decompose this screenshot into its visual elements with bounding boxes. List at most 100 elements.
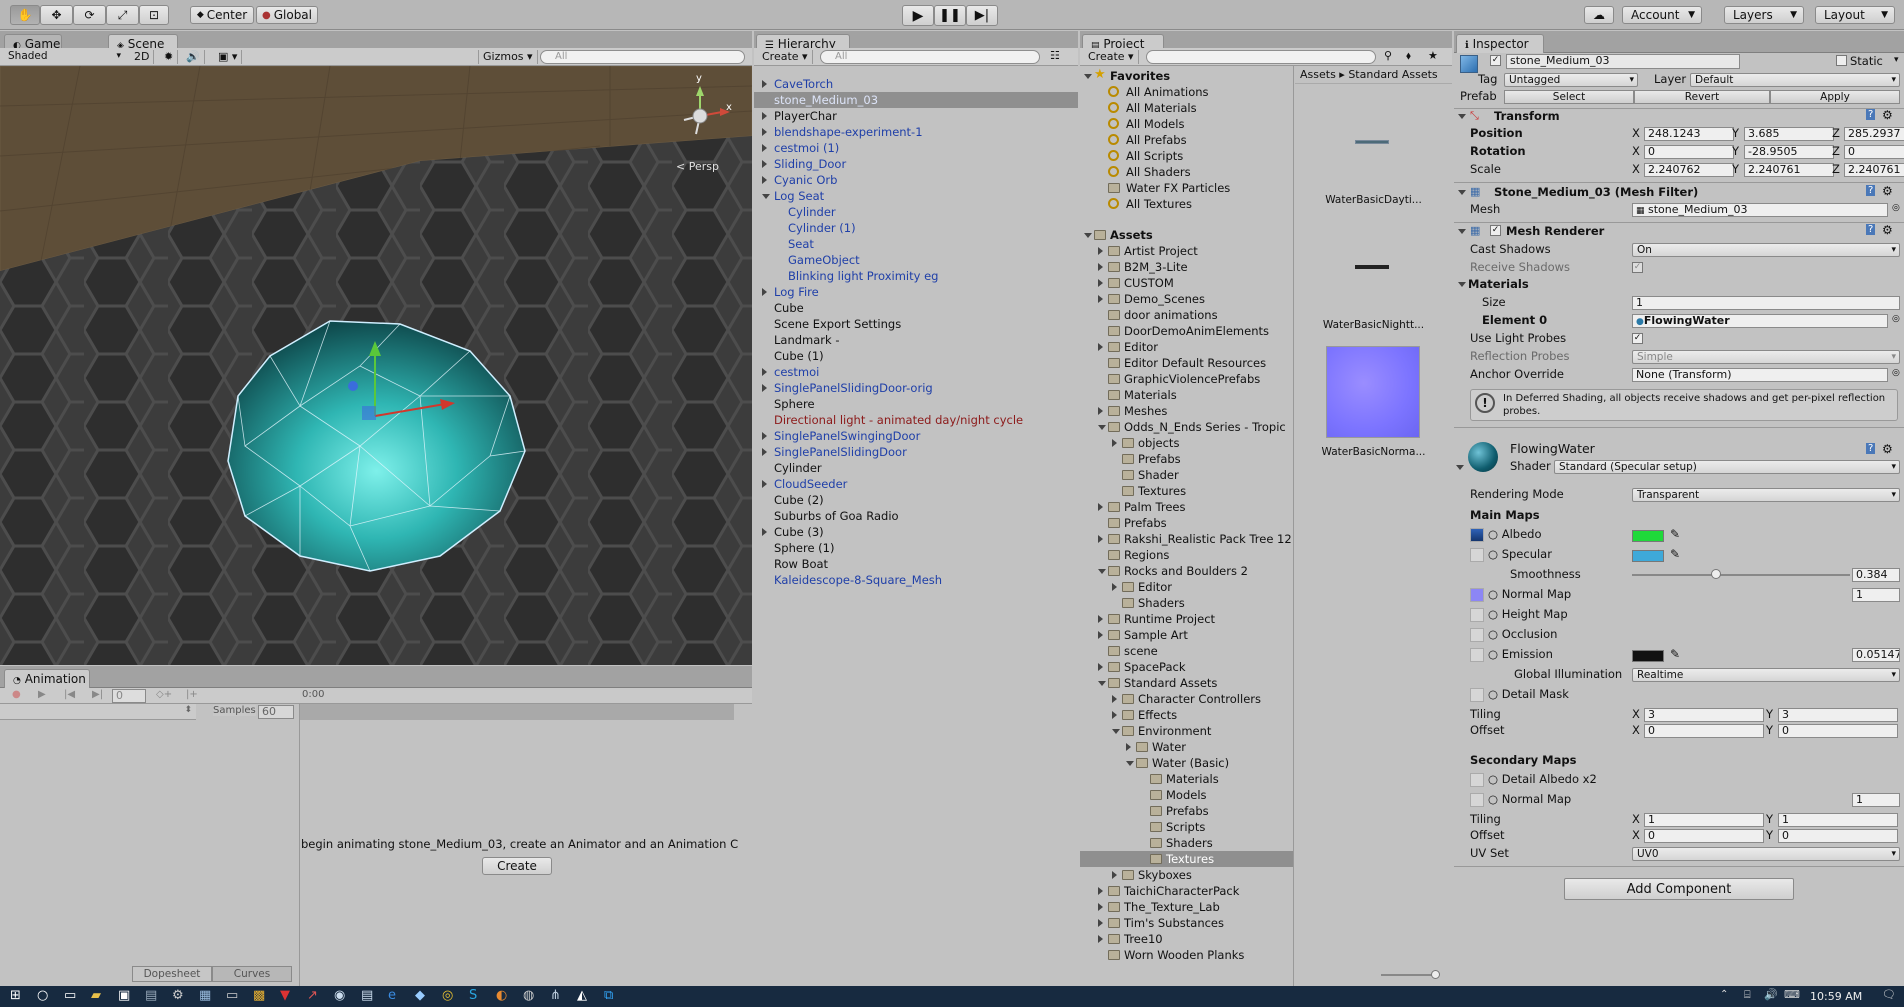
specular-color-swatch[interactable] [1632, 550, 1664, 562]
x-value-field[interactable]: 2.240762 [1644, 163, 1734, 177]
hierarchy-item[interactable]: SinglePanelSwingingDoor [754, 428, 1078, 444]
folder-item[interactable]: Water (Basic) [1080, 755, 1293, 771]
folder-item[interactable]: Effects [1080, 707, 1293, 723]
anchor-override-field[interactable]: None (Transform) [1632, 368, 1888, 382]
hierarchy-item[interactable]: Cylinder (1) [754, 220, 1078, 236]
app-icon[interactable]: ◍ [523, 988, 534, 1003]
hierarchy-item[interactable]: cestmoi [754, 364, 1078, 380]
mesh-filter-header[interactable]: ▦ Stone_Medium_03 (Mesh Filter) ? ⚙ [1454, 184, 1904, 200]
folder-item[interactable]: Prefabs [1080, 803, 1293, 819]
y-value-field[interactable]: 1 [1778, 813, 1898, 827]
hierarchy-item[interactable]: Cylinder [754, 204, 1078, 220]
light-probes-checkbox[interactable]: ✓ [1632, 333, 1643, 344]
app-icon[interactable]: ⋔ [550, 988, 561, 1003]
x-value-field[interactable]: 1 [1644, 813, 1764, 827]
volume-icon[interactable]: 🔊 [1764, 988, 1778, 1001]
y-value-field[interactable]: -28.9505 [1744, 145, 1834, 159]
notifications-icon[interactable]: 🗨 [1882, 988, 1896, 1001]
expanded-arrow-icon[interactable] [1084, 74, 1092, 83]
expanded-arrow-icon[interactable] [1084, 233, 1092, 242]
step-button[interactable]: ▶| [966, 5, 998, 26]
folder-item[interactable]: Environment [1080, 723, 1293, 739]
y-value-field[interactable]: 3 [1778, 708, 1898, 722]
layer-dropdown[interactable]: Default [1690, 73, 1900, 87]
secondary-normal-scale-field[interactable]: 1 [1852, 793, 1900, 807]
favorite-item[interactable]: All Scripts [1080, 148, 1293, 164]
gizmos-dropdown[interactable]: Gizmos ▾ [478, 50, 538, 64]
keyboard-icon[interactable]: ⌨ [1784, 988, 1800, 1001]
smoothness-field[interactable]: 0.384 [1852, 568, 1900, 582]
hierarchy-item[interactable]: Sphere [754, 396, 1078, 412]
cloud-button[interactable]: ☁ [1584, 6, 1614, 24]
prefab-revert-button[interactable]: Revert [1634, 90, 1770, 104]
scene-viewport[interactable]: y x < Persp [0, 66, 752, 665]
timeline-ruler[interactable]: 0:00 [300, 688, 752, 704]
folder-item[interactable]: Prefabs [1080, 515, 1293, 531]
materials-arrow-icon[interactable] [1458, 282, 1466, 291]
folder-item[interactable]: Rakshi_Realistic Pack Tree 12 [1080, 531, 1293, 547]
collapsed-arrow-icon[interactable] [1112, 583, 1117, 591]
hierarchy-item[interactable]: Blinking light Proximity eg [754, 268, 1078, 284]
collapsed-arrow-icon[interactable] [762, 176, 767, 184]
assets-root[interactable]: Assets [1080, 227, 1293, 243]
hierarchy-item[interactable]: Log Fire [754, 284, 1078, 300]
blender-icon[interactable]: ◐ [496, 988, 507, 1003]
hierarchy-item[interactable]: blendshape-experiment-1 [754, 124, 1078, 140]
create-animation-button[interactable]: Create [482, 857, 552, 875]
thumbnail-water-normal[interactable]: WaterBasicNorma... [1295, 346, 1452, 466]
hand-tool-button[interactable]: ✋ [10, 5, 40, 25]
folder-item[interactable]: Tim's Substances [1080, 915, 1293, 931]
collapsed-arrow-icon[interactable] [1098, 343, 1103, 351]
favorite-item[interactable]: All Materials [1080, 100, 1293, 116]
search-icon[interactable]: ○ [37, 988, 48, 1003]
x-value-field[interactable]: 0 [1644, 724, 1764, 738]
filter-icon[interactable]: ☷ [1050, 49, 1060, 62]
folder-item[interactable]: Demo_Scenes [1080, 291, 1293, 307]
hierarchy-item[interactable]: Cube (2) [754, 492, 1078, 508]
rect-tool-button[interactable]: ⊡ [139, 5, 169, 25]
breadcrumb-standard-assets[interactable]: Standard Assets [1348, 68, 1437, 81]
hierarchy-item[interactable]: cestmoi (1) [754, 140, 1078, 156]
windows-start-icon[interactable]: ⊞ [10, 988, 21, 1003]
albedo-color-swatch[interactable] [1632, 530, 1664, 542]
folder-item[interactable]: The_Texture_Lab [1080, 899, 1293, 915]
y-value-field[interactable]: 0 [1778, 829, 1898, 843]
static-dropdown-arrow[interactable]: ▾ [1894, 55, 1899, 65]
collapsed-arrow-icon[interactable] [1098, 535, 1103, 543]
folder-item[interactable]: Shader [1080, 467, 1293, 483]
collapsed-arrow-icon[interactable] [762, 80, 767, 88]
folder-item[interactable]: Rocks and Boulders 2 [1080, 563, 1293, 579]
folder-item[interactable]: Editor Default Resources [1080, 355, 1293, 371]
collapsed-arrow-icon[interactable] [762, 160, 767, 168]
materials-size-field[interactable]: 1 [1632, 296, 1900, 310]
normal-map-scale-field[interactable]: 1 [1852, 588, 1900, 602]
collapsed-arrow-icon[interactable] [1098, 935, 1103, 943]
x-value-field[interactable]: 3 [1644, 708, 1764, 722]
tab-inspector[interactable]: ℹ Inspector [1456, 34, 1544, 53]
app-icon[interactable]: ▩ [253, 988, 265, 1003]
help-icon[interactable]: ? [1866, 224, 1876, 235]
app-icon[interactable]: ▦ [199, 988, 211, 1003]
favorite-item[interactable]: All Prefabs [1080, 132, 1293, 148]
static-checkbox[interactable] [1836, 55, 1847, 66]
file-explorer-icon[interactable]: ▰ [91, 988, 101, 1003]
play-button[interactable]: ▶ [902, 5, 934, 26]
hierarchy-item[interactable]: SinglePanelSlidingDoor [754, 444, 1078, 460]
help-icon[interactable]: ? [1866, 443, 1876, 454]
mesh-renderer-header[interactable]: ▦ ✓ Mesh Renderer ? ⚙ [1454, 223, 1904, 239]
rendering-mode-dropdown[interactable]: Transparent [1632, 488, 1900, 502]
folder-item[interactable]: Editor [1080, 339, 1293, 355]
app-icon[interactable]: ⧉ [604, 988, 613, 1003]
clip-dropdown[interactable]: ⬍ [0, 704, 196, 720]
collapsed-arrow-icon[interactable] [762, 144, 767, 152]
collapsed-arrow-icon[interactable] [1098, 887, 1103, 895]
hierarchy-item[interactable]: Cube [754, 300, 1078, 316]
object-picker-icon[interactable]: ◎ [1892, 314, 1900, 324]
hierarchy-item[interactable]: Kaleidescope-8-Square_Mesh [754, 572, 1078, 588]
folder-item[interactable]: Models [1080, 787, 1293, 803]
collapsed-arrow-icon[interactable] [1098, 263, 1103, 271]
project-create-dropdown[interactable]: Create ▾ [1084, 50, 1139, 64]
emission-texture-slot[interactable] [1470, 648, 1484, 662]
y-value-field[interactable]: 2.240761 [1744, 163, 1834, 177]
scene-search-input[interactable]: All [540, 50, 745, 64]
